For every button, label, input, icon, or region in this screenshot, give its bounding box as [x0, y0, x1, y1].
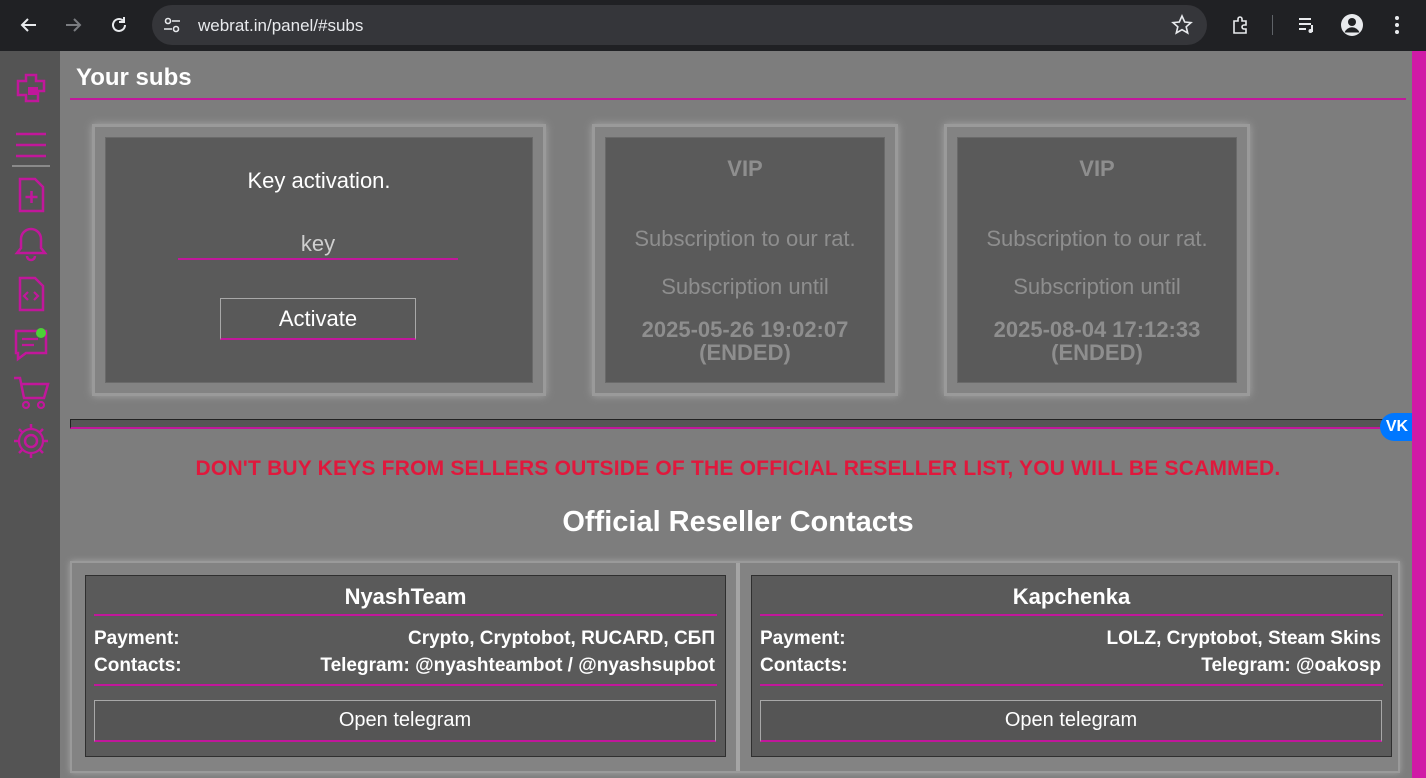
contacts-value: Telegram: @nyashteambot / @nyashsupbot: [320, 655, 715, 676]
file-code-icon[interactable]: [12, 275, 50, 313]
chat-icon[interactable]: [12, 325, 50, 363]
subscription-until-label: Subscription until: [661, 274, 829, 299]
reseller-card-nyashteam: NyashTeam Payment: Crypto, Cryptobot, RU…: [85, 575, 726, 757]
subscription-panel: VIP Subscription to our rat. Subscriptio…: [605, 137, 885, 383]
subscription-description: Subscription to our rat.: [634, 226, 856, 251]
resellers-column-divider: [736, 563, 740, 771]
key-activation-title: Key activation.: [247, 168, 391, 193]
open-telegram-button[interactable]: Open telegram: [94, 700, 716, 742]
toolbar-separator: [1272, 15, 1273, 35]
online-status-dot: [36, 328, 46, 338]
back-arrow-icon: [20, 18, 36, 32]
forward-arrow-icon: [66, 18, 82, 32]
reload-button[interactable]: [104, 10, 134, 40]
section-divider: [70, 419, 1390, 429]
kebab-menu-icon: [1395, 16, 1399, 34]
menu-icon[interactable]: [12, 126, 50, 164]
reseller-name: Kapchenka: [1012, 584, 1131, 609]
payment-value: Crypto, Cryptobot, RUCARD, СБП: [407, 628, 715, 649]
reseller-info-underline: [94, 684, 717, 686]
file-add-icon[interactable]: [12, 176, 50, 214]
media-button[interactable]: [1292, 10, 1322, 40]
scrollbar-track[interactable]: [1412, 51, 1426, 778]
site-settings-icon[interactable]: [162, 15, 182, 35]
sidebar: [0, 51, 60, 778]
cart-icon[interactable]: [12, 374, 50, 412]
profile-button[interactable]: [1337, 10, 1367, 40]
contacts-label: Contacts:: [760, 655, 848, 676]
sidebar-separator: [12, 165, 50, 167]
vk-widget-button[interactable]: VK: [1380, 413, 1414, 441]
resellers-heading: Official Reseller Contacts: [562, 506, 914, 538]
avatar-icon: [1341, 14, 1363, 36]
reseller-name-underline: [760, 614, 1383, 616]
payment-label: Payment:: [94, 628, 180, 649]
main-content: Your subs Key activation. Activate VIP S…: [60, 51, 1414, 778]
subscription-card: VIP Subscription to our rat. Subscriptio…: [592, 124, 898, 396]
bookmark-star-icon[interactable]: [1171, 14, 1193, 36]
url-text[interactable]: webrat.in/panel/#subs: [198, 16, 363, 36]
reload-icon: [112, 17, 126, 32]
subscription-date: 2025-08-04 17:12:33 (ENDED): [958, 318, 1236, 364]
forward-button[interactable]: [58, 10, 88, 40]
subscription-title: VIP: [727, 156, 763, 181]
reseller-name: NyashTeam: [344, 584, 467, 609]
subscription-status: (ENDED): [1051, 340, 1143, 365]
scam-warning: DON'T BUY KEYS FROM SELLERS OUTSIDE OF T…: [195, 457, 1281, 480]
key-activation-card: Key activation. Activate: [92, 124, 546, 396]
puzzle-icon: [1233, 16, 1247, 34]
resellers-section: NyashTeam Payment: Crypto, Cryptobot, RU…: [70, 561, 1400, 773]
page-title: Your subs: [76, 64, 192, 91]
activate-button[interactable]: Activate: [220, 298, 416, 340]
reseller-name-underline: [94, 614, 717, 616]
extensions-button[interactable]: [1226, 10, 1256, 40]
key-input[interactable]: [178, 230, 458, 260]
title-underline: [70, 98, 1406, 100]
reseller-card-kapchenka: Kapchenka Payment: LOLZ, Cryptobot, Stea…: [751, 575, 1392, 757]
contacts-value: Telegram: @oakosp: [1201, 655, 1381, 676]
subscription-title: VIP: [1079, 156, 1115, 181]
browser-toolbar: webrat.in/panel/#subs: [0, 0, 1426, 51]
key-activation-panel: Key activation. Activate: [105, 137, 533, 383]
subscription-status: (ENDED): [699, 340, 791, 365]
back-button[interactable]: [14, 10, 44, 40]
subscription-end-date: 2025-08-04 17:12:33: [993, 317, 1201, 342]
gear-icon[interactable]: [12, 422, 50, 460]
payment-value: LOLZ, Cryptobot, Steam Skins: [1106, 628, 1381, 649]
contacts-label: Contacts:: [94, 655, 182, 676]
browser-menu-button[interactable]: [1382, 10, 1412, 40]
address-bar[interactable]: webrat.in/panel/#subs: [152, 5, 1207, 45]
subscription-until-label: Subscription until: [1013, 274, 1181, 299]
subscription-end-date: 2025-05-26 19:02:07: [641, 317, 849, 342]
open-telegram-button[interactable]: Open telegram: [760, 700, 1382, 742]
logo-icon[interactable]: [12, 69, 50, 107]
bell-icon[interactable]: [12, 225, 50, 263]
reseller-info-underline: [760, 684, 1383, 686]
subscription-description: Subscription to our rat.: [986, 226, 1208, 251]
subscription-date: 2025-05-26 19:02:07 (ENDED): [606, 318, 884, 364]
subscription-card: VIP Subscription to our rat. Subscriptio…: [944, 124, 1250, 396]
payment-label: Payment:: [760, 628, 846, 649]
subscription-panel: VIP Subscription to our rat. Subscriptio…: [957, 137, 1237, 383]
playlist-icon: [1299, 18, 1313, 33]
page-scrollbar[interactable]: [1412, 51, 1426, 778]
